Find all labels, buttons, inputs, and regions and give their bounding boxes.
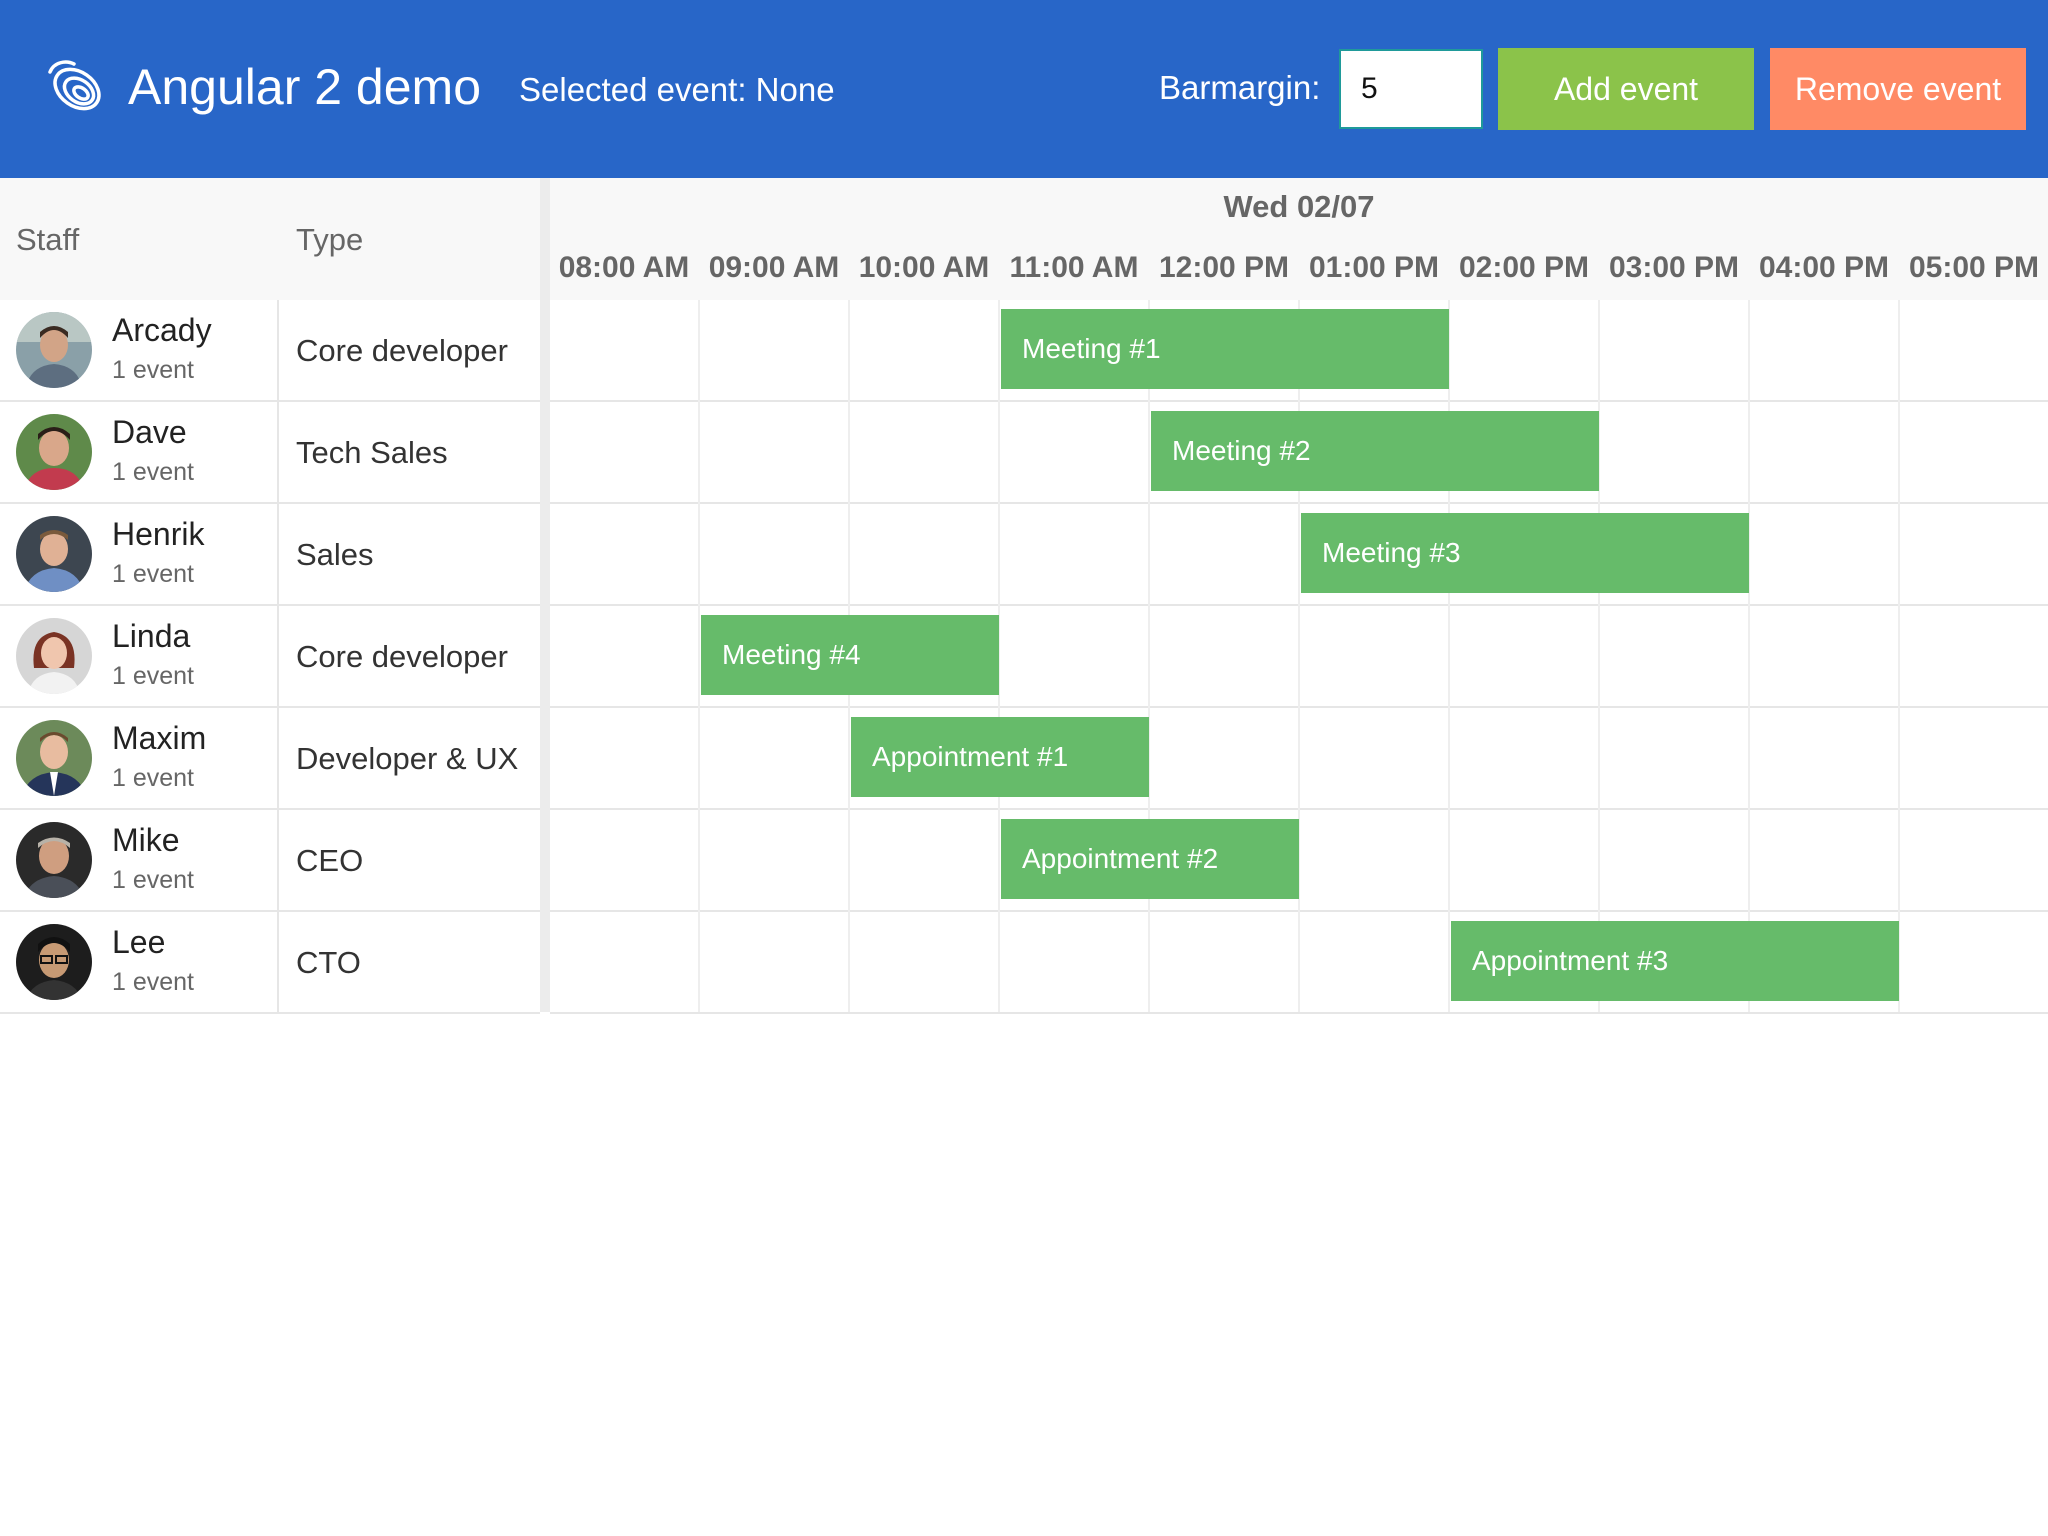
event-count: 1 event [112, 356, 195, 384]
staff-name: Dave [112, 414, 187, 450]
time-tick: 05:00 PM [1908, 251, 2040, 284]
add-event-button[interactable]: Add event [1498, 48, 1754, 130]
event-count: 1 event [112, 968, 195, 996]
staff-type: Sales [296, 537, 374, 572]
avatar [16, 822, 92, 898]
grid-line [1448, 300, 1450, 1012]
time-tick: 12:00 PM [1158, 251, 1290, 284]
staff-row[interactable]: Maxim 1 event Developer & UX [0, 708, 540, 810]
staff-type: Tech Sales [296, 435, 448, 470]
staff-name: Arcady [112, 312, 212, 348]
grid-line [1148, 300, 1150, 1012]
grid-line [1598, 300, 1600, 1012]
event-bar[interactable]: Appointment #3 [1451, 921, 1899, 1001]
event-bar[interactable]: Meeting #3 [1301, 513, 1749, 593]
staff-name: Lee [112, 924, 166, 960]
avatar [16, 924, 92, 1000]
time-tick: 08:00 AM [558, 251, 690, 284]
event-bar[interactable]: Meeting #4 [701, 615, 999, 695]
app-title: Angular 2 demo [128, 59, 482, 115]
event-count: 1 event [112, 458, 195, 486]
column-header-type[interactable]: Type [296, 222, 363, 258]
event-count: 1 event [112, 560, 195, 588]
app-header: Angular 2 demo Selected event: None Barm… [0, 0, 2048, 178]
event-bar[interactable]: Meeting #1 [1001, 309, 1449, 389]
avatar [16, 516, 92, 592]
grid-line [698, 300, 700, 1012]
avatar [16, 414, 92, 490]
time-tick: 02:00 PM [1458, 251, 1590, 284]
staff-row[interactable]: Henrik 1 event Sales [0, 504, 540, 606]
staff-type: Core developer [296, 639, 508, 674]
staff-name: Henrik [112, 516, 205, 552]
staff-row[interactable]: Linda 1 event Core developer [0, 606, 540, 708]
time-tick: 04:00 PM [1758, 251, 1890, 284]
staff-type: CEO [296, 843, 364, 878]
staff-type: Core developer [296, 333, 508, 368]
selected-event-label: Selected event: None [519, 71, 835, 108]
staff-name: Maxim [112, 720, 207, 756]
grid-header [0, 178, 540, 300]
staff-row[interactable]: Dave 1 event Tech Sales [0, 402, 540, 504]
barmargin-label: Barmargin: [1159, 69, 1321, 106]
staff-type: Developer & UX [296, 741, 519, 776]
time-tick: 09:00 AM [708, 251, 840, 284]
avatar [16, 618, 92, 694]
time-tick: 10:00 AM [858, 251, 990, 284]
staff-row[interactable]: Arcady 1 event Core developer [0, 300, 540, 402]
time-tick: 11:00 AM [1009, 251, 1139, 284]
grid-line [1898, 300, 1900, 1012]
avatar [16, 312, 92, 388]
barmargin-input[interactable] [1339, 49, 1483, 129]
event-bar[interactable]: Meeting #2 [1151, 411, 1599, 491]
logo-icon [48, 60, 101, 111]
remove-event-button[interactable]: Remove event [1770, 48, 2026, 130]
grid-splitter[interactable] [540, 178, 550, 1012]
staff-name: Mike [112, 822, 180, 858]
grid-line [1748, 300, 1750, 1012]
time-tick: 01:00 PM [1308, 251, 1440, 284]
staff-name: Linda [112, 618, 191, 654]
staff-row[interactable]: Lee 1 event CTO [0, 912, 540, 1014]
grid-line [1298, 300, 1300, 1012]
event-count: 1 event [112, 662, 195, 690]
time-tick: 03:00 PM [1608, 251, 1740, 284]
event-count: 1 event [112, 764, 195, 792]
column-header-staff[interactable]: Staff [16, 222, 79, 258]
event-count: 1 event [112, 866, 195, 894]
avatar [16, 720, 92, 796]
staff-type: CTO [296, 945, 361, 980]
event-bar[interactable]: Appointment #2 [1001, 819, 1299, 899]
staff-row[interactable]: Mike 1 event CEO [0, 810, 540, 912]
timeline-date: Wed 02/07 [1223, 189, 1375, 224]
event-bar[interactable]: Appointment #1 [851, 717, 1149, 797]
